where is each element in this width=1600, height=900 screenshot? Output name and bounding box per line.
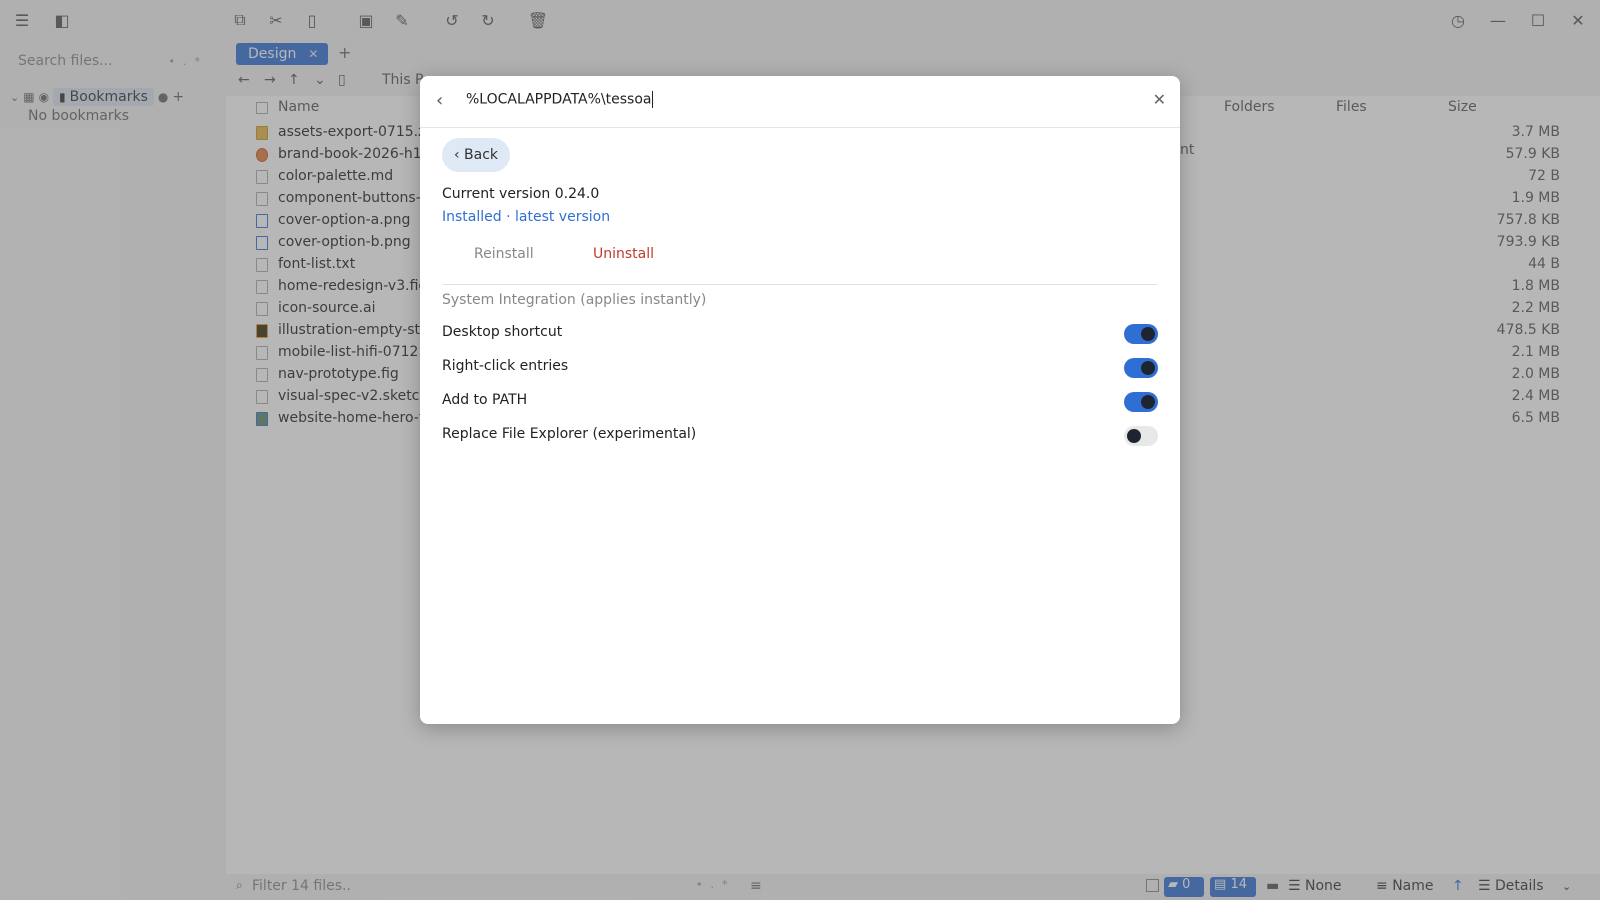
section-title: System Integration (applies instantly)	[442, 292, 707, 308]
option-desktop-shortcut: Desktop shortcut	[442, 322, 1158, 346]
option-label: Add to PATH	[442, 392, 528, 408]
back-arrow-icon[interactable]: ‹	[436, 90, 443, 111]
option-label: Desktop shortcut	[442, 324, 563, 340]
toggle-knob	[1141, 327, 1155, 341]
back-button[interactable]: ‹ Back	[442, 138, 510, 172]
installed-status: Installed · latest version	[442, 209, 611, 225]
add-to-path-toggle[interactable]	[1124, 392, 1158, 412]
divider	[442, 284, 1158, 285]
current-version: Current version 0.24.0	[442, 186, 600, 202]
toggle-knob	[1141, 395, 1155, 409]
reinstall-button[interactable]: Reinstall	[474, 246, 534, 262]
option-replace-file-explorer: Replace File Explorer (experimental)	[442, 424, 1158, 448]
path-input[interactable]: %LOCALAPPDATA%\tessoa	[466, 91, 654, 108]
toggle-knob	[1141, 361, 1155, 375]
toggle-knob	[1127, 429, 1141, 443]
close-icon[interactable]: ✕	[1153, 90, 1166, 109]
replace-file-explorer-toggle[interactable]	[1124, 426, 1158, 446]
dialog-header: ‹ %LOCALAPPDATA%\tessoa ✕	[420, 76, 1180, 128]
uninstall-button[interactable]: Uninstall	[593, 246, 654, 262]
option-right-click-entries: Right-click entries	[442, 356, 1158, 380]
option-label: Replace File Explorer (experimental)	[442, 426, 697, 442]
text-caret	[652, 91, 654, 108]
manage-installation-dialog: ‹ %LOCALAPPDATA%\tessoa ✕ ‹ Back Current…	[420, 76, 1180, 724]
option-label: Right-click entries	[442, 358, 569, 374]
option-add-to-path: Add to PATH	[442, 390, 1158, 414]
right-click-entries-toggle[interactable]	[1124, 358, 1158, 378]
path-text: %LOCALAPPDATA%\tessoa	[466, 91, 652, 108]
desktop-shortcut-toggle[interactable]	[1124, 324, 1158, 344]
